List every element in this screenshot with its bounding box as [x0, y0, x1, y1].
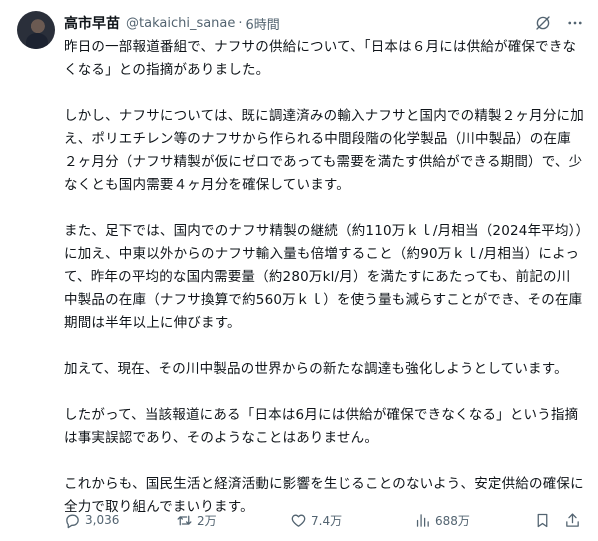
avatar[interactable] [17, 11, 55, 49]
post-paragraph: 昨日の一部報道番組で、ナフサの供給について、「日本は６月には供給が確保できなくな… [64, 39, 577, 78]
post-time[interactable]: 6時間 [246, 14, 280, 33]
views-button[interactable]: 688万 [414, 512, 470, 529]
repost-button[interactable]: 2万 [176, 512, 217, 529]
reply-icon [64, 512, 85, 529]
reply-count: 3,036 [85, 513, 120, 527]
view-count: 688万 [435, 513, 470, 528]
like-button[interactable]: 7.4万 [290, 512, 342, 529]
repost-icon [176, 512, 197, 529]
bookmark-icon [534, 512, 555, 529]
post-paragraph: また、足下では、国内でのナフサ精製の継続（約110万ｋｌ/月相当（2024年平均… [64, 223, 583, 331]
reply-button[interactable]: 3,036 [64, 512, 119, 529]
action-bar: 3,036 2万 7.4万 688万 [64, 508, 584, 532]
repost-count: 2万 [197, 513, 217, 528]
like-icon [290, 512, 311, 529]
post-text: 昨日の一部報道番組で、ナフサの供給について、「日本は６月には供給が確保できなくな… [64, 36, 584, 519]
author-name[interactable]: 高市早苗 [64, 13, 120, 33]
post-paragraph: したがって、当該報道にある「日本は6月には供給が確保できなくなる」という指摘は事… [64, 407, 579, 446]
share-button[interactable] [564, 512, 585, 529]
post-paragraph: 加えて、現在、その川中製品の世界からの新たな調達も強化しようとしています。 [64, 361, 568, 377]
author-handle[interactable]: @takaichi_sanae [126, 16, 235, 31]
header-icons [534, 12, 584, 34]
post-paragraph: しかし、ナフサについては、既に調達済みの輸入ナフサと国内での精製２ヶ月分に加え、… [64, 108, 584, 193]
grok-icon[interactable] [534, 14, 552, 32]
post-header: 高市早苗 @takaichi_sanae · 6時間 [64, 12, 584, 34]
views-icon [414, 512, 435, 529]
more-icon[interactable] [566, 14, 584, 32]
separator-dot: · [238, 15, 243, 31]
like-count: 7.4万 [311, 513, 343, 528]
bookmark-button[interactable] [534, 512, 555, 529]
share-icon [564, 512, 585, 529]
